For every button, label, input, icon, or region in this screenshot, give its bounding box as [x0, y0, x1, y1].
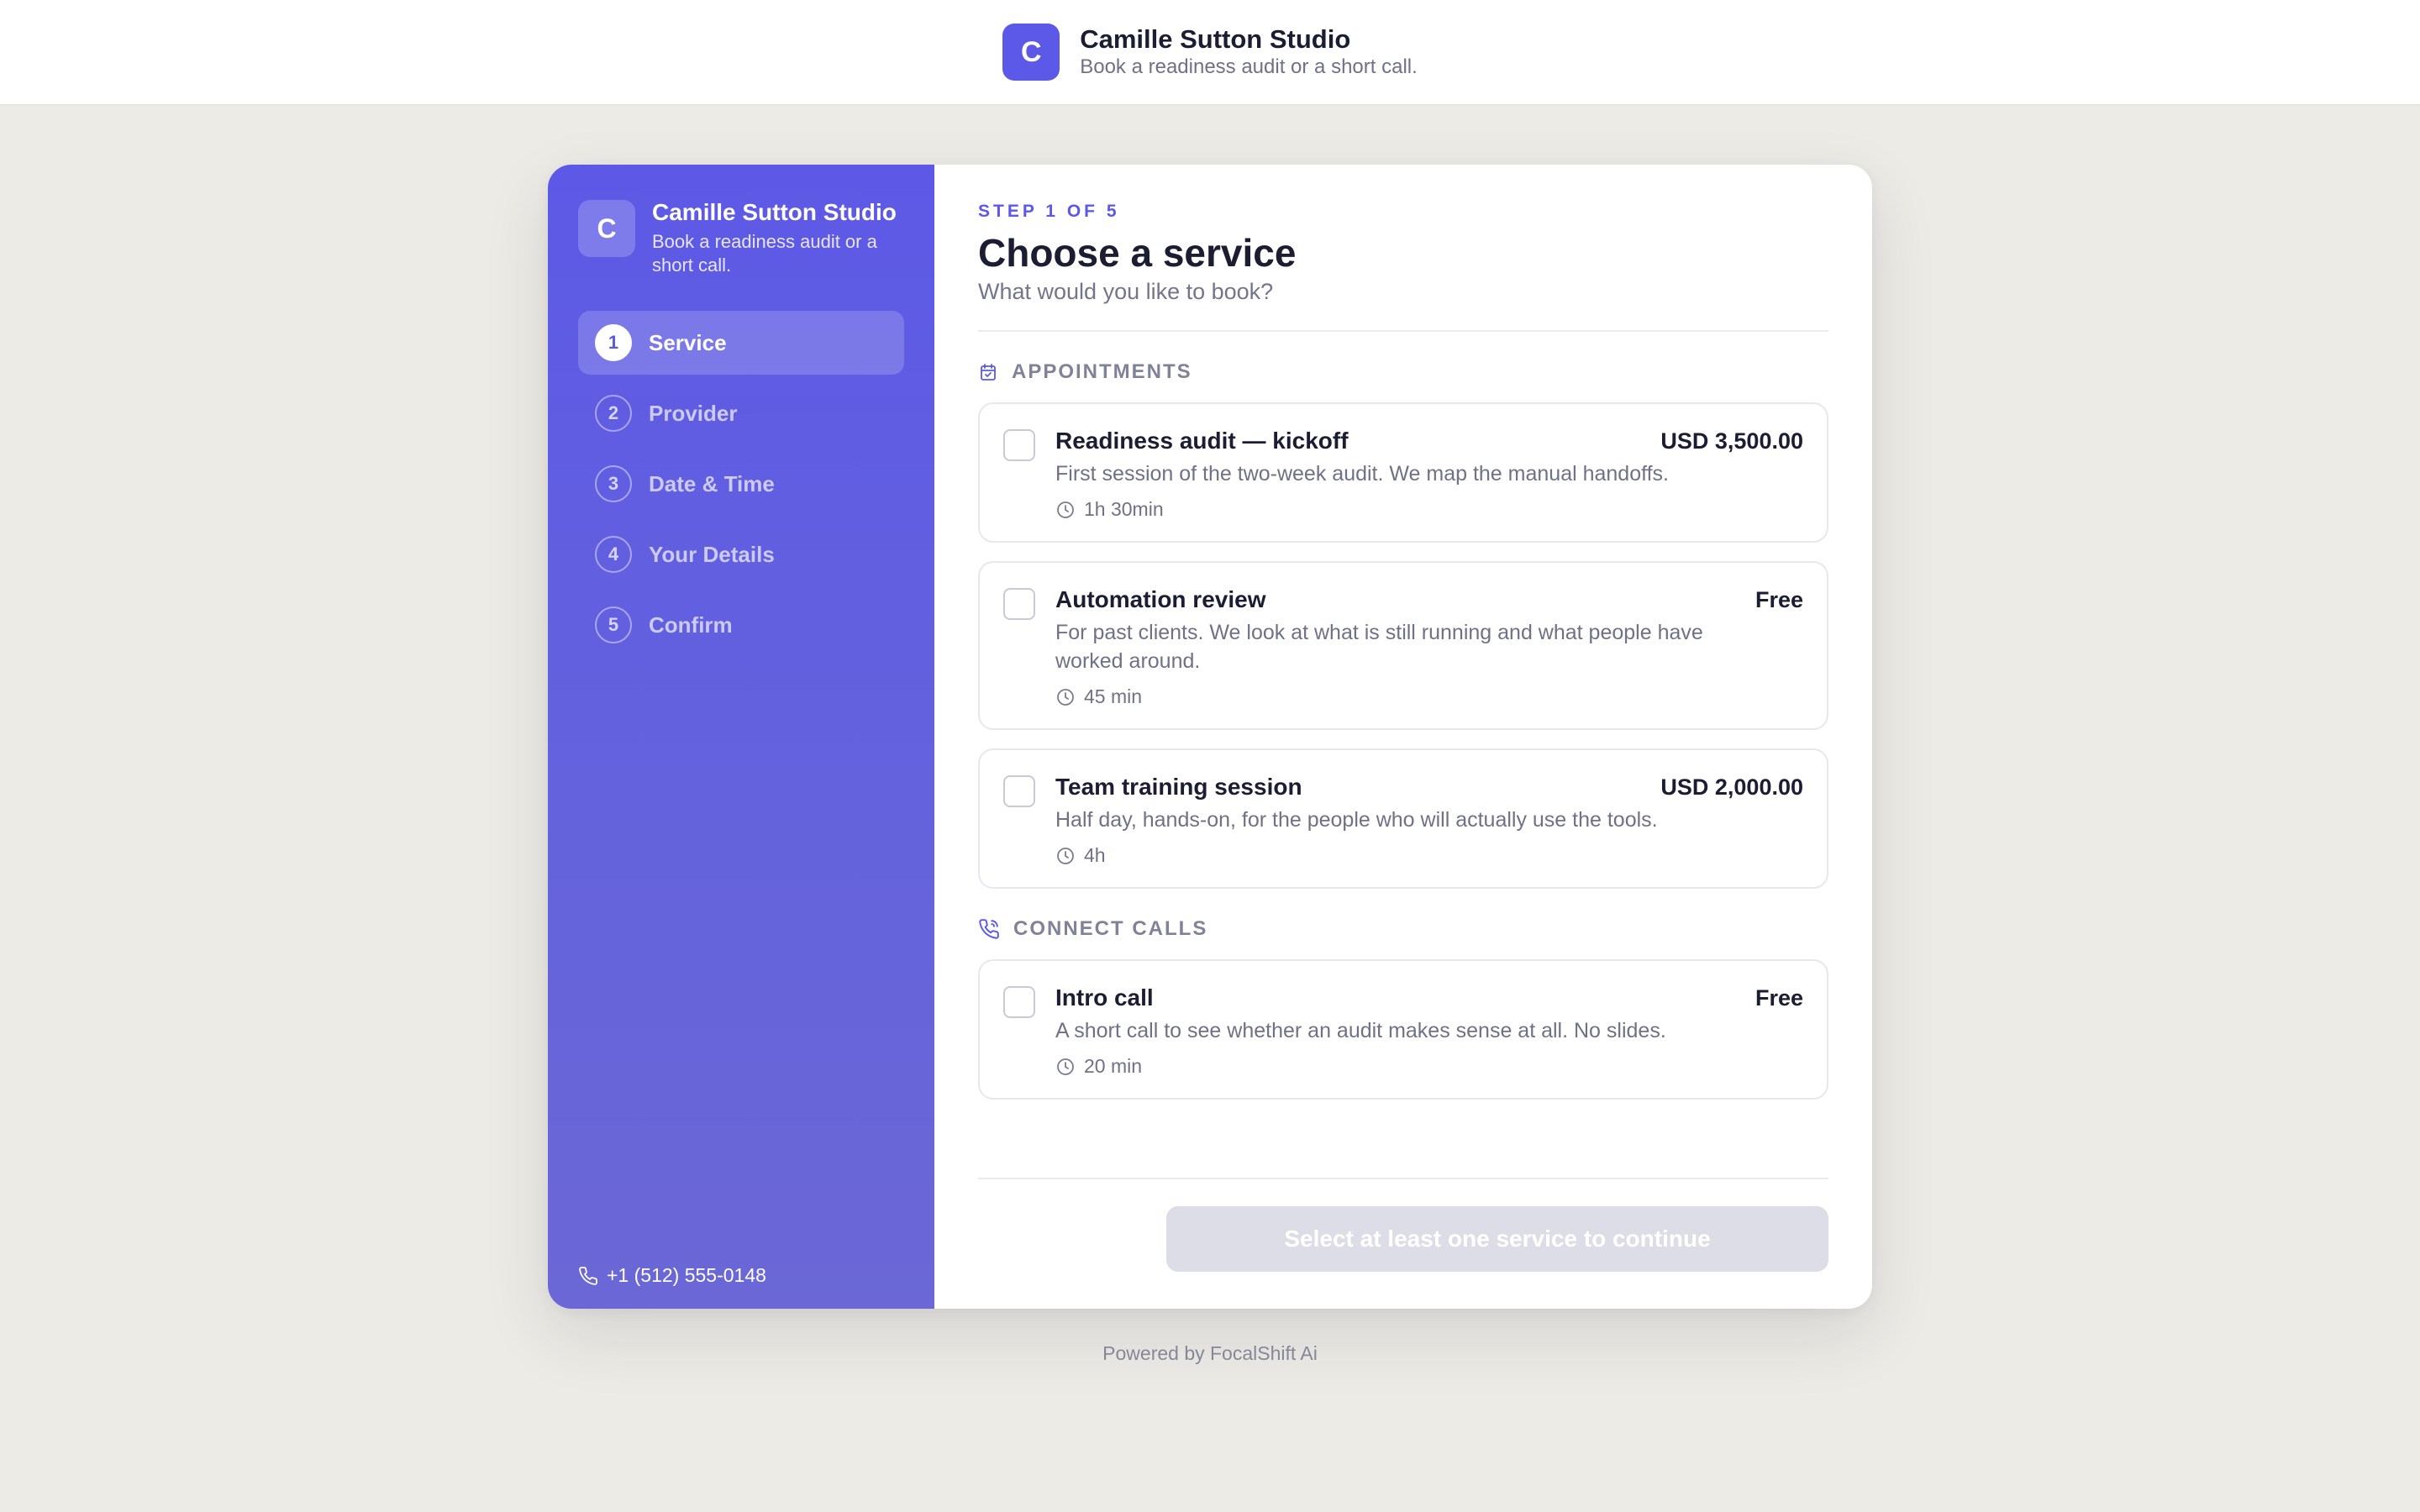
service-name: Automation review [1055, 586, 1266, 612]
sidebar-brand: C Camille Sutton Studio Book a readiness… [578, 198, 904, 277]
service-checkbox[interactable] [1003, 986, 1035, 1018]
step-number: 1 [595, 324, 632, 361]
step-service[interactable]: 1 Service [578, 311, 904, 375]
clock-icon [1055, 500, 1076, 520]
divider [978, 330, 1828, 332]
service-description: Half day, hands-on, for the people who w… [1055, 808, 1658, 832]
section-heading-connect-calls: CONNECT CALLS [978, 917, 1828, 941]
sidebar-phone[interactable]: +1 (512) 555-0148 [578, 1264, 766, 1287]
step-label: Service [649, 329, 727, 355]
service-name: Intro call [1055, 984, 1154, 1011]
service-details: Intro call Free A short call to see whet… [1055, 984, 1803, 1078]
service-details: Team training session USD 2,000.00 Half … [1055, 774, 1803, 867]
service-header: Automation review Free [1055, 586, 1803, 613]
service-name: Readiness audit — kickoff [1055, 428, 1349, 454]
service-option-intro-call[interactable]: Intro call Free A short call to see whet… [978, 959, 1828, 1100]
service-header: Intro call Free [1055, 984, 1803, 1011]
service-header: Readiness audit — kickoff USD 3,500.00 [1055, 428, 1803, 454]
service-description: For past clients. We look at what is sti… [1055, 621, 1703, 673]
step-date-time[interactable]: 3 Date & Time [578, 452, 904, 516]
service-name: Team training session [1055, 774, 1302, 800]
step-label: Date & Time [649, 470, 775, 496]
duration-text: 20 min [1084, 1055, 1143, 1077]
service-checkbox[interactable] [1003, 775, 1035, 807]
page-title: Choose a service [978, 231, 1297, 275]
service-price: Free [1754, 587, 1803, 612]
step-number: 2 [595, 395, 632, 432]
step-label: Your Details [649, 541, 775, 567]
step-your-details[interactable]: 4 Your Details [578, 522, 904, 586]
step-label: Confirm [649, 612, 733, 638]
step-confirm[interactable]: 5 Confirm [578, 593, 904, 657]
service-price: Free [1754, 985, 1803, 1011]
section-heading-appointments: APPOINTMENTS [978, 360, 1828, 384]
sidebar-brand-name: Camille Sutton Studio [652, 199, 897, 225]
phone-number: +1 (512) 555-0148 [607, 1264, 766, 1286]
service-header: Team training session USD 2,000.00 [1055, 774, 1803, 801]
service-option-readiness-audit[interactable]: Readiness audit — kickoff USD 3,500.00 F… [978, 402, 1828, 543]
top-header-brand: C Camille Sutton Studio Book a readiness… [1002, 24, 1418, 81]
service-option-team-training[interactable]: Team training session USD 2,000.00 Half … [978, 748, 1828, 889]
service-price: USD 2,000.00 [1660, 774, 1803, 800]
top-header: C Camille Sutton Studio Book a readiness… [0, 0, 2420, 106]
brand-logo: C [1002, 24, 1060, 81]
service-checkbox[interactable] [1003, 429, 1035, 461]
phone-icon [578, 1266, 598, 1286]
duration-text: 1h 30min [1084, 498, 1164, 520]
service-option-automation-review[interactable]: Automation review Free For past clients.… [978, 561, 1828, 730]
continue-button[interactable]: Select at least one service to continue [1166, 1206, 1828, 1272]
calendar-check-icon [978, 362, 998, 382]
service-duration: 45 min [1055, 685, 1803, 708]
service-description: A short call to see whether an audit mak… [1055, 1019, 1666, 1042]
step-list: 1 Service 2 Provider 3 Date & Time 4 You… [578, 311, 904, 657]
service-price: USD 3,500.00 [1660, 428, 1803, 454]
section-label: CONNECT CALLS [1013, 917, 1208, 940]
step-number: 4 [595, 536, 632, 573]
service-description: First session of the two-week audit. We … [1055, 462, 1670, 486]
step-number: 3 [595, 465, 632, 502]
page-subtitle: What would you like to book? [978, 279, 1274, 304]
service-details: Automation review Free For past clients.… [1055, 586, 1803, 708]
duration-text: 4h [1084, 844, 1106, 866]
step-indicator: STEP 1 OF 5 [978, 202, 1120, 221]
footer-divider [978, 1178, 1828, 1179]
clock-icon [1055, 1057, 1076, 1077]
sidebar-brand-text: Camille Sutton Studio Book a readiness a… [652, 198, 904, 277]
duration-text: 45 min [1084, 685, 1143, 707]
clock-icon [1055, 687, 1076, 707]
step-provider[interactable]: 2 Provider [578, 381, 904, 445]
sidebar: C Camille Sutton Studio Book a readiness… [548, 165, 934, 1309]
service-duration: 1h 30min [1055, 498, 1803, 521]
sidebar-brand-tagline: Book a readiness audit or a short call. [652, 231, 877, 276]
powered-by-footer: Powered by FocalShift Ai [1102, 1342, 1318, 1364]
step-number: 5 [595, 606, 632, 643]
top-header-text: Camille Sutton Studio Book a readiness a… [1080, 24, 1418, 80]
service-duration: 4h [1055, 844, 1803, 867]
sidebar-logo: C [578, 200, 635, 257]
section-label: APPOINTMENTS [1012, 360, 1192, 383]
phone-call-icon [978, 918, 1000, 940]
service-checkbox[interactable] [1003, 588, 1035, 620]
service-details: Readiness audit — kickoff USD 3,500.00 F… [1055, 428, 1803, 521]
booking-card: C Camille Sutton Studio Book a readiness… [548, 165, 1872, 1309]
service-duration: 20 min [1055, 1055, 1803, 1078]
brand-name: Camille Sutton Studio [1080, 24, 1351, 54]
clock-icon [1055, 846, 1076, 866]
brand-tagline: Book a readiness audit or a short call. [1080, 55, 1418, 78]
service-panel: STEP 1 OF 5 Choose a service What would … [934, 165, 1872, 1309]
step-label: Provider [649, 400, 738, 426]
